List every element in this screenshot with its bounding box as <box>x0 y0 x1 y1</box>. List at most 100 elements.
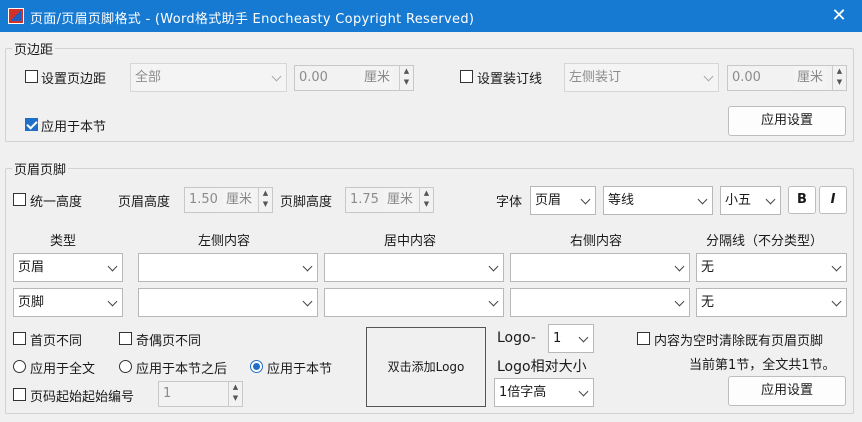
margin-value: 0.00 <box>299 70 328 85</box>
gutter-unit: 厘米 <box>794 67 827 89</box>
row-right-content-select[interactable] <box>510 288 690 317</box>
font-target-value: 页眉 <box>535 193 562 208</box>
margin-range-value: 全部 <box>135 70 162 85</box>
logo-index-value: 1 <box>553 331 562 346</box>
header-height-unit: 厘米 <box>223 189 256 211</box>
chevron-down-icon <box>765 194 776 205</box>
apply-all-label: 应用于全文 <box>30 362 96 377</box>
header-height-label: 页眉高度 <box>118 195 171 210</box>
column-header-left: 左侧内容 <box>198 234 251 249</box>
spin-arrows-icon[interactable]: ▲ ▼ <box>399 66 413 90</box>
odd-even-different-checkbox[interactable] <box>119 332 132 345</box>
logo-size-value: 1倍字高 <box>499 385 547 400</box>
spin-arrows-icon[interactable]: ▲ ▼ <box>228 382 242 406</box>
margin-unit: 厘米 <box>361 67 394 89</box>
header-footer-group-title: 页眉页脚 <box>12 159 69 178</box>
column-header-type: 类型 <box>50 234 77 249</box>
gutter-value: 0.00 <box>732 70 761 85</box>
margin-value-spinner[interactable]: 0.00 厘米 ▲ ▼ <box>294 65 414 91</box>
margin-group-title: 页边距 <box>12 39 56 58</box>
chevron-down-icon <box>107 261 118 272</box>
chevron-down-icon <box>697 194 708 205</box>
italic-button[interactable]: I <box>819 186 847 214</box>
logo-size-select[interactable]: 1倍字高 <box>494 378 594 407</box>
margin-apply-button[interactable]: 应用设置 <box>728 106 846 136</box>
bold-button[interactable]: B <box>788 186 816 214</box>
logo-size-label: Logo相对大小 <box>497 359 587 375</box>
gutter-position-value: 左侧装订 <box>569 70 622 85</box>
font-target-select[interactable]: 页眉 <box>530 186 596 215</box>
chevron-down-icon <box>674 261 685 272</box>
set-gutter-checkbox[interactable] <box>460 70 473 83</box>
footer-height-spinner[interactable]: 1.75 厘米 ▲ ▼ <box>345 187 434 213</box>
font-name-select[interactable]: 等线 <box>603 186 713 215</box>
gutter-position-select[interactable]: 左侧装订 <box>564 63 719 92</box>
set-gutter-label: 设置装订线 <box>477 72 543 87</box>
uniform-height-checkbox[interactable] <box>13 193 26 206</box>
logo-index-select[interactable]: 1 <box>548 324 594 353</box>
chevron-down-icon <box>703 71 714 82</box>
spin-arrows-icon[interactable]: ▲ ▼ <box>832 66 846 90</box>
apply-this-section-label: 应用于本节 <box>267 362 333 377</box>
font-size-value: 小五 <box>725 193 752 208</box>
row-type-select[interactable]: 页脚 <box>13 288 123 317</box>
logo-label: Logo- <box>497 330 536 346</box>
apply-after-section-radio[interactable] <box>119 360 132 373</box>
page-start-checkbox[interactable] <box>13 388 26 401</box>
font-size-select[interactable]: 小五 <box>720 186 781 215</box>
row-type-select[interactable]: 页眉 <box>13 253 123 282</box>
title-bar: 页面/页眉页脚格式 - (Word格式助手 Enocheasty Copyrig… <box>0 0 862 32</box>
clear-empty-checkbox[interactable] <box>637 332 650 345</box>
window-title: 页面/页眉页脚格式 - (Word格式助手 Enocheasty Copyrig… <box>30 12 475 27</box>
clear-empty-label: 内容为空时清除既有页眉页脚 <box>654 334 824 349</box>
gutter-value-spinner[interactable]: 0.00 厘米 ▲ ▼ <box>727 65 847 91</box>
apply-this-section-radio[interactable] <box>250 360 263 373</box>
row-divider-select[interactable]: 无 <box>696 253 847 282</box>
first-page-different-label: 首页不同 <box>30 334 83 349</box>
page-start-value: 1 <box>163 386 172 401</box>
row-divider-value: 无 <box>701 295 715 310</box>
row-divider-value: 无 <box>701 260 715 275</box>
row-type-value: 页脚 <box>18 295 45 310</box>
header-height-value: 1.50 <box>189 192 218 207</box>
chevron-down-icon <box>580 194 591 205</box>
apply-all-radio[interactable] <box>13 360 26 373</box>
apply-after-section-label: 应用于本节之后 <box>136 362 228 377</box>
row-left-content-select[interactable] <box>138 253 318 282</box>
font-name-value: 等线 <box>608 193 635 208</box>
spin-arrows-icon[interactable]: ▲ ▼ <box>419 188 433 212</box>
chevron-down-icon <box>674 296 685 307</box>
row-right-content-select[interactable] <box>510 253 690 282</box>
font-label: 字体 <box>496 195 523 210</box>
first-page-different-checkbox[interactable] <box>13 332 26 345</box>
column-header-center: 居中内容 <box>384 234 437 249</box>
chevron-down-icon <box>488 296 499 307</box>
footer-height-label: 页脚高度 <box>280 195 333 210</box>
set-margin-label: 设置页边距 <box>41 72 107 87</box>
chevron-down-icon <box>578 332 589 343</box>
header-footer-apply-button[interactable]: 应用设置 <box>728 376 846 406</box>
margin-range-select[interactable]: 全部 <box>130 63 287 92</box>
row-type-value: 页眉 <box>18 260 45 275</box>
row-divider-select[interactable]: 无 <box>696 288 847 317</box>
column-header-right: 右侧内容 <box>570 234 623 249</box>
chevron-down-icon <box>107 296 118 307</box>
chevron-down-icon <box>302 261 313 272</box>
chevron-down-icon <box>488 261 499 272</box>
row-left-content-select[interactable] <box>138 288 318 317</box>
chevron-down-icon <box>831 296 842 307</box>
chevron-down-icon <box>831 261 842 272</box>
chevron-down-icon <box>271 71 282 82</box>
apply-section-checkbox[interactable] <box>25 118 38 131</box>
set-margin-checkbox[interactable] <box>25 70 38 83</box>
logo-drop-area[interactable]: 双击添加Logo <box>366 327 486 407</box>
spin-arrows-icon[interactable]: ▲ ▼ <box>258 188 272 212</box>
row-center-content-select[interactable] <box>324 253 504 282</box>
close-button[interactable]: ✕ <box>826 3 852 29</box>
chevron-down-icon <box>302 296 313 307</box>
footer-height-value: 1.75 <box>350 192 379 207</box>
row-center-content-select[interactable] <box>324 288 504 317</box>
page-start-spinner[interactable]: 1 ▲ ▼ <box>158 381 243 407</box>
section-status-text: 当前第1节，全文共1节。 <box>689 358 836 373</box>
header-height-spinner[interactable]: 1.50 厘米 ▲ ▼ <box>184 187 273 213</box>
